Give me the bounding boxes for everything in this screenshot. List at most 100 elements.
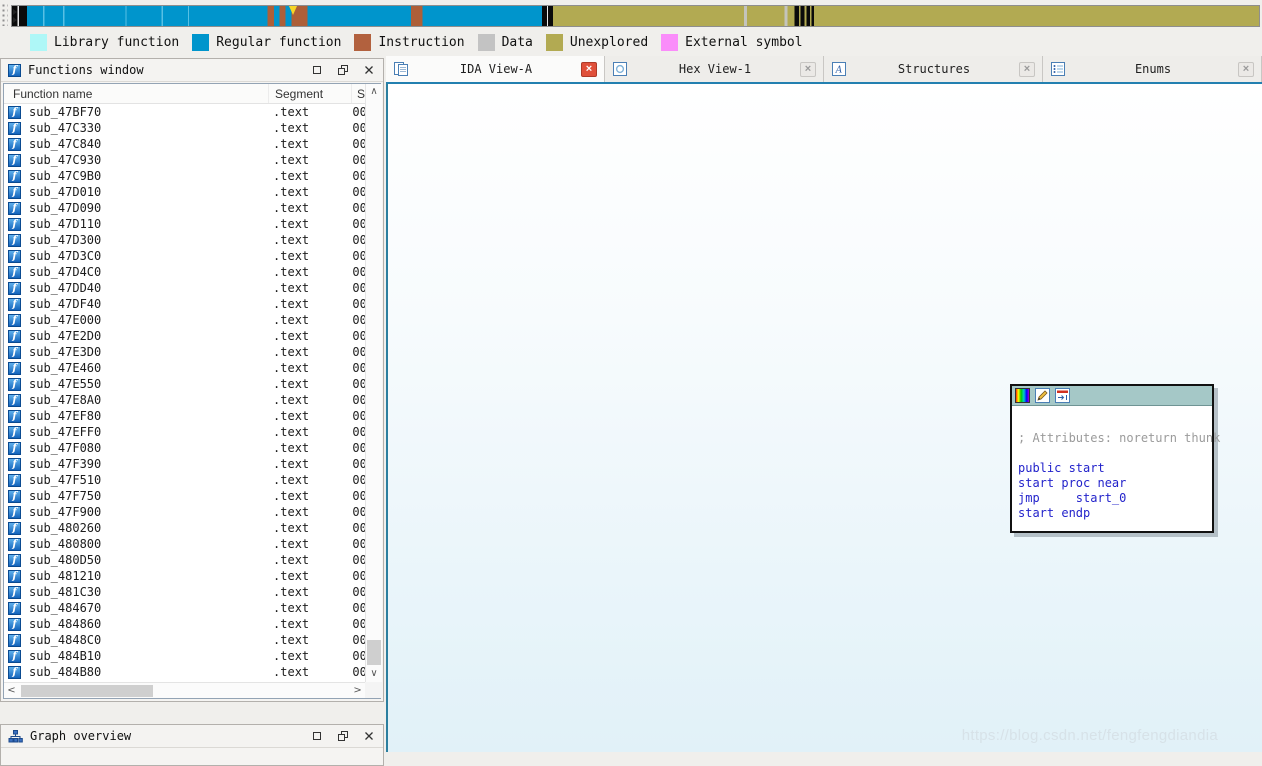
navigation-band[interactable] [11, 5, 1260, 27]
function-row[interactable]: fsub_47F390.text00 [4, 456, 365, 472]
graph-overview-titlebar[interactable]: Graph overview [1, 725, 383, 748]
tab-close-icon[interactable]: × [581, 62, 597, 77]
function-row[interactable]: fsub_47E000.text00 [4, 312, 365, 328]
function-row[interactable]: fsub_47BF70.text00 [4, 104, 365, 120]
functions-window-titlebar[interactable]: f Functions window [1, 59, 383, 82]
function-name-cell[interactable]: sub_47EF80 [29, 409, 273, 423]
function-name-cell[interactable]: sub_480D50 [29, 553, 273, 567]
function-name-cell[interactable]: sub_47E8A0 [29, 393, 273, 407]
node-collapse-icon[interactable] [1055, 388, 1070, 403]
function-name-cell[interactable]: sub_47C9B0 [29, 169, 273, 183]
function-row[interactable]: fsub_47D3C0.text00 [4, 248, 365, 264]
function-name-cell[interactable]: sub_47F750 [29, 489, 273, 503]
function-name-cell[interactable]: sub_47C330 [29, 121, 273, 135]
function-row[interactable]: fsub_47E3D0.text00 [4, 344, 365, 360]
function-row[interactable]: fsub_484B80.text00 [4, 664, 365, 680]
function-name-cell[interactable]: sub_47E3D0 [29, 345, 273, 359]
function-row[interactable]: fsub_47DD40.text00 [4, 280, 365, 296]
function-name-cell[interactable]: sub_47E000 [29, 313, 273, 327]
function-name-cell[interactable]: sub_47C840 [29, 137, 273, 151]
function-name-cell[interactable]: sub_484670 [29, 601, 273, 615]
function-row[interactable]: fsub_47C840.text00 [4, 136, 365, 152]
disassembly-line[interactable] [1018, 446, 1206, 461]
tab-close-icon[interactable]: × [800, 62, 816, 77]
tab-hex-view-1[interactable]: Hex View-1× [605, 56, 824, 82]
disassembly-line[interactable]: start proc near [1018, 476, 1206, 491]
tab-close-icon[interactable]: × [1238, 62, 1254, 77]
function-name-cell[interactable]: sub_47D3C0 [29, 249, 273, 263]
function-row[interactable]: fsub_47F510.text00 [4, 472, 365, 488]
maximize-icon[interactable] [310, 729, 324, 743]
tab-enums[interactable]: Enums× [1043, 56, 1262, 82]
function-row[interactable]: fsub_47EF80.text00 [4, 408, 365, 424]
function-name-cell[interactable]: sub_47D4C0 [29, 265, 273, 279]
scroll-down-icon[interactable]: ∨ [366, 667, 382, 681]
function-row[interactable]: fsub_47D110.text00 [4, 216, 365, 232]
function-row[interactable]: fsub_47E550.text00 [4, 376, 365, 392]
float-icon[interactable] [336, 729, 350, 743]
function-row[interactable]: fsub_47DF40.text00 [4, 296, 365, 312]
function-name-cell[interactable]: sub_484B10 [29, 649, 273, 663]
function-name-cell[interactable]: sub_47F080 [29, 441, 273, 455]
tab-close-icon[interactable]: × [1019, 62, 1035, 77]
function-name-cell[interactable]: sub_47F900 [29, 505, 273, 519]
horizontal-scrollbar[interactable]: < > [4, 682, 365, 698]
disassembly-line[interactable]: start endp [1018, 506, 1206, 521]
function-name-cell[interactable]: sub_47E2D0 [29, 329, 273, 343]
function-row[interactable]: fsub_47EFF0.text00 [4, 424, 365, 440]
function-name-cell[interactable]: sub_47BF70 [29, 105, 273, 119]
column-header-function-name[interactable]: Function name [4, 84, 269, 103]
function-name-cell[interactable]: sub_480800 [29, 537, 273, 551]
function-name-cell[interactable]: sub_47F510 [29, 473, 273, 487]
function-row[interactable]: fsub_47F900.text00 [4, 504, 365, 520]
function-row[interactable]: fsub_47D090.text00 [4, 200, 365, 216]
function-row[interactable]: fsub_480800.text00 [4, 536, 365, 552]
close-icon[interactable] [362, 729, 376, 743]
function-row[interactable]: fsub_484670.text00 [4, 600, 365, 616]
close-icon[interactable] [362, 63, 376, 77]
function-row[interactable]: fsub_484B10.text00 [4, 648, 365, 664]
tab-structures[interactable]: AStructures× [824, 56, 1043, 82]
function-row[interactable]: fsub_47E2D0.text00 [4, 328, 365, 344]
disassembly-line[interactable]: jmp start_0 [1018, 491, 1206, 506]
function-name-cell[interactable]: sub_4848C0 [29, 633, 273, 647]
float-icon[interactable] [336, 63, 350, 77]
function-row[interactable]: fsub_4848C0.text00 [4, 632, 365, 648]
maximize-icon[interactable] [310, 63, 324, 77]
horizontal-scroll-thumb[interactable] [21, 685, 153, 697]
scroll-right-icon[interactable]: > [350, 686, 365, 696]
disassembly-line[interactable]: ; Attributes: noreturn thunk [1018, 431, 1206, 446]
function-name-cell[interactable]: sub_47E550 [29, 377, 273, 391]
function-name-cell[interactable]: sub_47D110 [29, 217, 273, 231]
function-name-cell[interactable]: sub_47EFF0 [29, 425, 273, 439]
function-row[interactable]: fsub_47D4C0.text00 [4, 264, 365, 280]
node-color-icon[interactable] [1015, 388, 1030, 403]
vertical-scrollbar[interactable]: ∧ ∨ [365, 84, 382, 682]
graph-node-titlebar[interactable] [1012, 386, 1212, 406]
current-position-marker[interactable] [289, 6, 297, 15]
function-row[interactable]: fsub_480260.text00 [4, 520, 365, 536]
function-name-cell[interactable]: sub_47E460 [29, 361, 273, 375]
function-row[interactable]: fsub_47F080.text00 [4, 440, 365, 456]
function-row[interactable]: fsub_47C9B0.text00 [4, 168, 365, 184]
tab-ida-view-a[interactable]: IDA View-A× [386, 56, 605, 82]
toolbar-grip[interactable] [1, 3, 8, 26]
function-row[interactable]: fsub_47F750.text00 [4, 488, 365, 504]
scroll-left-icon[interactable]: < [4, 686, 19, 696]
function-name-cell[interactable]: sub_47DD40 [29, 281, 273, 295]
function-row[interactable]: fsub_480D50.text00 [4, 552, 365, 568]
ida-view-canvas[interactable]: ; Attributes: noreturn thunk public start… [386, 82, 1262, 752]
function-row[interactable]: fsub_47E460.text00 [4, 360, 365, 376]
function-row[interactable]: fsub_481C30.text00 [4, 584, 365, 600]
function-row[interactable]: fsub_47D300.text00 [4, 232, 365, 248]
function-name-cell[interactable]: sub_47D090 [29, 201, 273, 215]
function-name-cell[interactable]: sub_484860 [29, 617, 273, 631]
function-name-cell[interactable]: sub_480260 [29, 521, 273, 535]
function-name-cell[interactable]: sub_47DF40 [29, 297, 273, 311]
function-row[interactable]: fsub_47C330.text00 [4, 120, 365, 136]
column-header-segment[interactable]: Segment [269, 84, 352, 103]
function-name-cell[interactable]: sub_47F390 [29, 457, 273, 471]
function-row[interactable]: fsub_484860.text00 [4, 616, 365, 632]
function-name-cell[interactable]: sub_481C30 [29, 585, 273, 599]
disassembly-line[interactable]: public start [1018, 461, 1206, 476]
